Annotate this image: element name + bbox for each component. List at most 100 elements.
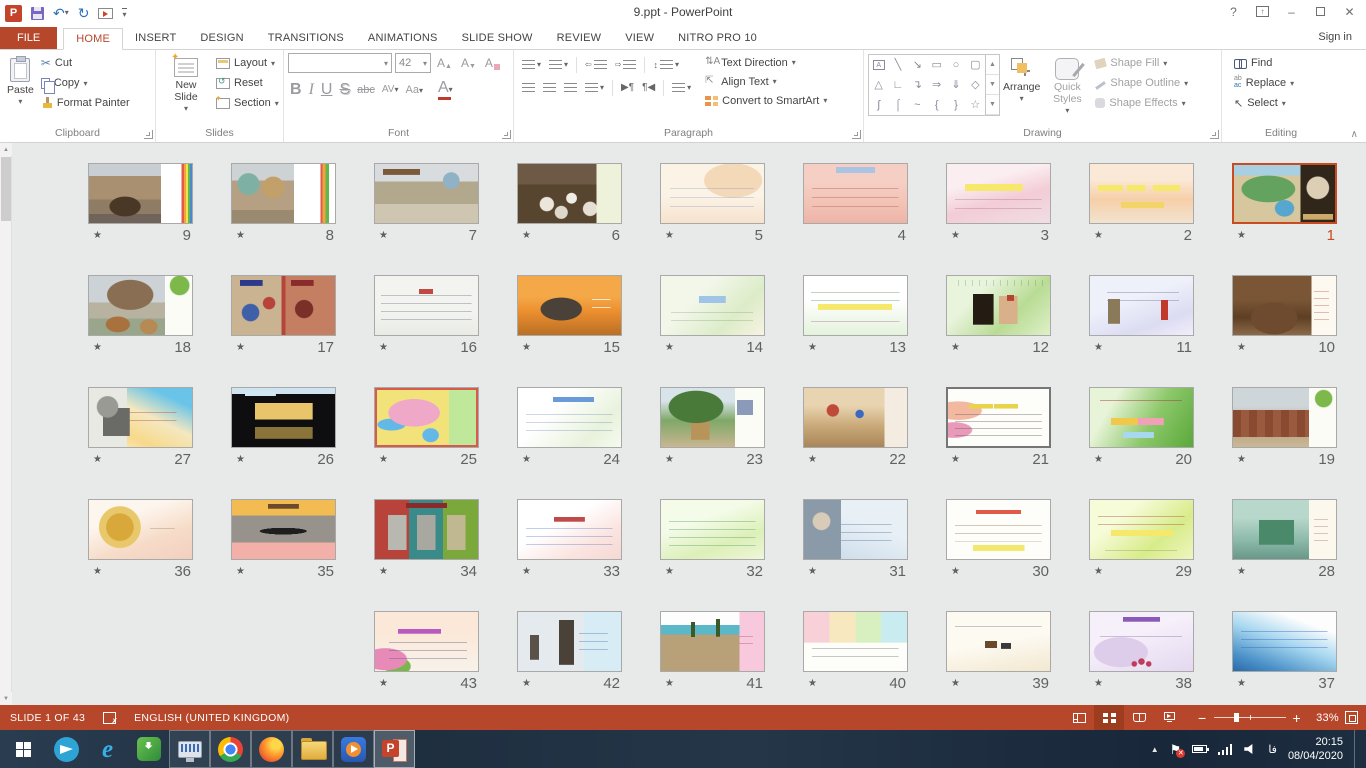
help-button[interactable]: ? (1219, 0, 1248, 23)
restore-button[interactable] (1306, 0, 1335, 23)
increase-font-size-button[interactable]: A▲ (434, 56, 455, 70)
undo-icon[interactable]: ↶▾ (53, 6, 69, 20)
minimize-button[interactable]: – (1277, 0, 1306, 23)
slide-thumbnail-11[interactable] (1089, 275, 1194, 336)
line-shape-icon[interactable]: ╲ (895, 60, 902, 71)
customize-qat-icon[interactable]: ▾ (122, 8, 126, 19)
slide-thumbnail-27[interactable] (88, 387, 193, 448)
shape-fill-button[interactable]: Shape Fill▾ (1095, 53, 1188, 73)
slide-thumbnail-4[interactable] (803, 163, 908, 224)
quick-styles-button[interactable]: Quick Styles▾ (1043, 53, 1091, 126)
transition-star-icon[interactable]: ★ (93, 454, 102, 465)
tab-view[interactable]: VIEW (613, 27, 666, 49)
slide-thumbnail-35[interactable] (231, 499, 336, 560)
slide-thumbnail-29[interactable] (1089, 499, 1194, 560)
arrow-shape-icon[interactable]: ↘ (913, 60, 922, 71)
shapes-gallery[interactable]: A ╲ ↘ ▭ ○ ▢ △ ∟ ↴ ⇒ ⇓ ◇ ʃ ⌠ ~ { } (868, 54, 1000, 116)
transition-star-icon[interactable]: ★ (1094, 566, 1103, 577)
shape-outline-button[interactable]: Shape Outline▾ (1095, 73, 1188, 93)
convert-to-smartart-button[interactable]: Convert to SmartArt▾ (705, 91, 827, 110)
scribble-shape-icon[interactable]: ʃ (877, 100, 879, 111)
transition-star-icon[interactable]: ★ (522, 678, 531, 689)
slide-thumbnail-32[interactable] (660, 499, 765, 560)
input-language-indicator[interactable]: فا (1268, 743, 1277, 756)
arc-shape-icon[interactable]: ⌠ (895, 100, 902, 111)
slide-thumbnail-42[interactable] (517, 611, 622, 672)
taskbar-media-player[interactable] (333, 730, 374, 768)
elbow-arrow-shape-icon[interactable]: ↴ (913, 80, 922, 91)
slide-thumbnail-8[interactable] (231, 163, 336, 224)
save-icon[interactable] (31, 7, 44, 20)
underline-button[interactable]: U (321, 81, 333, 99)
reading-view-button[interactable] (1124, 705, 1154, 730)
justify-button[interactable]: ▾ (581, 81, 608, 94)
numbering-button[interactable]: ▾ (545, 58, 572, 71)
text-direction-button[interactable]: ⇅AText Direction▾ (705, 53, 827, 72)
font-name-combobox[interactable]: ▾ (288, 53, 392, 73)
copy-button[interactable]: Copy▾ (41, 73, 130, 93)
slide-thumbnail-36[interactable] (88, 499, 193, 560)
transition-star-icon[interactable]: ★ (379, 454, 388, 465)
slide-thumbnail-6[interactable] (517, 163, 622, 224)
slide-thumbnail-15[interactable] (517, 275, 622, 336)
right-arrow-shape-icon[interactable]: ⇒ (932, 80, 941, 91)
zoom-out-button[interactable]: − (1198, 711, 1206, 725)
transition-star-icon[interactable]: ★ (236, 566, 245, 577)
transition-star-icon[interactable]: ★ (1094, 230, 1103, 241)
transition-star-icon[interactable]: ★ (1094, 454, 1103, 465)
slide-thumbnail-17[interactable] (231, 275, 336, 336)
character-spacing-button[interactable]: AV▾ (382, 84, 399, 95)
tab-animations[interactable]: ANIMATIONS (356, 27, 450, 49)
transition-star-icon[interactable]: ★ (93, 566, 102, 577)
paragraph-dialog-launcher[interactable] (852, 130, 861, 139)
transition-star-icon[interactable]: ★ (951, 454, 960, 465)
italic-button[interactable]: I (309, 81, 314, 99)
transition-star-icon[interactable]: ★ (236, 454, 245, 465)
transition-star-icon[interactable]: ★ (236, 342, 245, 353)
transition-star-icon[interactable]: ★ (665, 678, 674, 689)
tab-transitions[interactable]: TRANSITIONS (256, 27, 356, 49)
action-center-flag-icon[interactable]: ⚑✕ (1170, 743, 1182, 756)
slide-thumbnail-16[interactable] (374, 275, 479, 336)
slide-thumbnail-13[interactable] (803, 275, 908, 336)
slide-thumbnail-24[interactable] (517, 387, 622, 448)
transition-star-icon[interactable]: ★ (665, 342, 674, 353)
replace-button[interactable]: abacReplace▾ (1234, 73, 1294, 93)
tab-design[interactable]: DESIGN (188, 27, 255, 49)
hidden-icons-chevron[interactable]: ▲ (1151, 745, 1159, 754)
shapes-more-icon[interactable]: ▼ (986, 95, 999, 115)
powerpoint-logo-icon[interactable]: P (5, 5, 22, 22)
tab-slide-show[interactable]: SLIDE SHOW (450, 27, 545, 49)
slide-thumbnail-25[interactable] (374, 387, 479, 448)
oval-shape-icon[interactable]: ○ (953, 60, 960, 71)
tab-home[interactable]: HOME (63, 28, 123, 50)
slide-thumbnail-20[interactable] (1089, 387, 1194, 448)
slide-thumbnail-31[interactable] (803, 499, 908, 560)
arrange-button[interactable]: Arrange▾ (1000, 53, 1043, 126)
align-text-button[interactable]: ⇱Align Text▾ (705, 72, 827, 91)
drawing-dialog-launcher[interactable] (1210, 130, 1219, 139)
transition-star-icon[interactable]: ★ (522, 454, 531, 465)
zoom-in-button[interactable]: + (1293, 711, 1301, 725)
slide-thumbnail-7[interactable] (374, 163, 479, 224)
start-from-beginning-icon[interactable] (98, 8, 113, 19)
transition-star-icon[interactable]: ★ (808, 342, 817, 353)
left-to-right-button[interactable]: ▶¶ (617, 80, 638, 95)
ribbon-display-options-button[interactable]: ↑ (1248, 0, 1277, 23)
transition-star-icon[interactable]: ★ (379, 678, 388, 689)
slide-thumbnail-43[interactable] (374, 611, 479, 672)
slide-show-button[interactable] (1154, 705, 1184, 730)
spell-check-icon[interactable] (103, 711, 116, 724)
left-brace-shape-icon[interactable]: { (935, 100, 939, 111)
find-button[interactable]: Find (1234, 53, 1294, 73)
rectangle-shape-icon[interactable]: ▭ (931, 60, 941, 71)
transition-star-icon[interactable]: ★ (93, 342, 102, 353)
transition-star-icon[interactable]: ★ (665, 454, 674, 465)
transition-star-icon[interactable]: ★ (379, 230, 388, 241)
tab-insert[interactable]: INSERT (123, 27, 188, 49)
slide-thumbnail-38[interactable] (1089, 611, 1194, 672)
slide-thumbnail-33[interactable] (517, 499, 622, 560)
format-painter-button[interactable]: Format Painter (41, 93, 130, 113)
taskbar-clock[interactable]: 20:15 08/04/2020 (1288, 735, 1343, 764)
transition-star-icon[interactable]: ★ (1237, 678, 1246, 689)
